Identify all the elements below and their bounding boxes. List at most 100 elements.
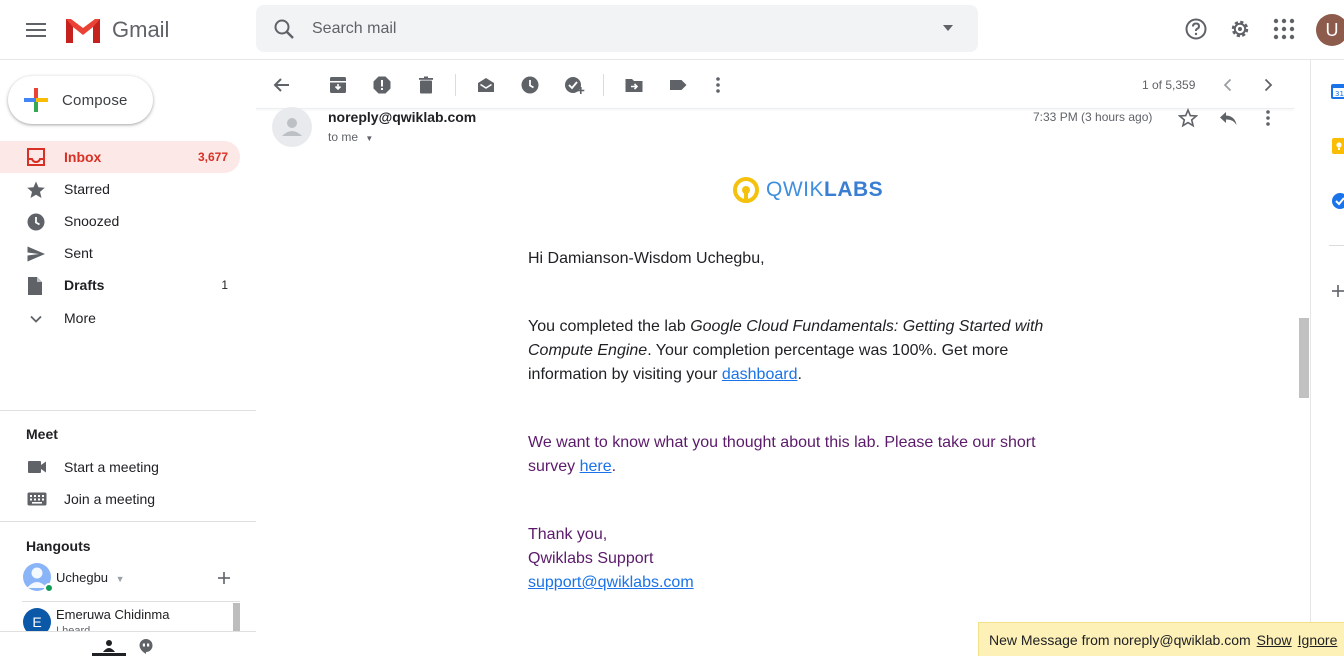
tasks-icon[interactable] [1330, 192, 1344, 210]
main-menu-icon[interactable] [20, 14, 52, 46]
compose-label: Compose [62, 91, 128, 109]
report-spam-icon[interactable] [372, 75, 392, 95]
sidebar-item-snoozed[interactable]: Snoozed [0, 205, 240, 237]
back-icon[interactable] [272, 75, 292, 95]
contact-name[interactable]: Emeruwa Chidinma [56, 607, 169, 622]
apps-grid-icon[interactable] [1273, 18, 1295, 40]
send-icon [26, 244, 46, 264]
compose-button[interactable]: Compose [8, 76, 153, 124]
recipient-text: to me [328, 130, 359, 144]
support-email-wrapper: support@qwiklabs.com [528, 571, 1048, 595]
sidebar-item-more[interactable]: More [0, 302, 240, 334]
greeting: Hi Damianson-Wisdom Uchegbu, [528, 250, 765, 267]
archive-icon[interactable] [328, 75, 348, 95]
sidebar-item-label: Drafts [64, 277, 105, 293]
clock-icon [26, 212, 46, 232]
recipient-details[interactable]: to me ▼ [328, 130, 373, 144]
delete-icon[interactable] [416, 75, 436, 95]
sidebar-item-label: Starred [64, 181, 110, 197]
side-panel-divider [1329, 245, 1344, 246]
gear-icon[interactable] [1228, 17, 1252, 41]
sidebar-item-starred[interactable]: Starred [0, 173, 240, 205]
sidebar-item-label: Sent [64, 245, 93, 261]
hangouts-chat-icon[interactable] [138, 638, 154, 654]
add-to-tasks-icon[interactable] [564, 75, 585, 95]
completion-paragraph: You completed the lab Google Cloud Funda… [528, 315, 1048, 387]
label-icon[interactable] [668, 75, 688, 95]
p1-text: You completed the lab [528, 318, 691, 335]
snooze-icon[interactable] [520, 75, 540, 95]
gmail-logo[interactable]: Gmail [64, 12, 184, 48]
message-more-icon[interactable] [1258, 108, 1278, 128]
caret-down-icon: ▼ [365, 134, 374, 143]
survey-paragraph: We want to know what you thought about t… [528, 431, 1048, 479]
pagination-text: 1 of 5,359 [1142, 78, 1196, 92]
compose-plus-icon [24, 88, 48, 112]
brand-light: QWIK [766, 178, 824, 201]
sidebar-item-label: More [64, 310, 96, 326]
account-avatar[interactable]: U [1316, 14, 1344, 46]
sidebar-item-label: Snoozed [64, 213, 120, 229]
top-bar: Gmail U [0, 0, 1344, 60]
brand-bold: LABS [824, 178, 884, 201]
mark-unread-icon[interactable] [476, 75, 496, 95]
hangouts-user-name[interactable]: Uchegbu ▼ [56, 570, 125, 585]
move-to-icon[interactable] [624, 75, 644, 95]
sidebar-divider [0, 521, 256, 522]
chevron-down-icon [26, 309, 46, 329]
star-outline-icon[interactable] [1178, 108, 1198, 128]
sender-avatar[interactable] [272, 107, 312, 147]
sender-email[interactable]: noreply@qwiklab.com [328, 109, 476, 125]
add-contact-icon[interactable] [216, 570, 232, 586]
get-addons-plus-icon[interactable] [1331, 284, 1344, 298]
search-bar[interactable] [256, 5, 978, 52]
search-options-icon[interactable] [940, 22, 956, 34]
inbox-icon [26, 148, 46, 166]
sidebar-item-drafts[interactable]: Drafts 1 [0, 269, 240, 301]
hangouts-scrollbar[interactable] [233, 603, 240, 631]
message-timestamp: 7:33 PM (3 hours ago) [1033, 110, 1153, 124]
start-meeting-item[interactable]: Start a meeting [0, 451, 240, 483]
p1-end: . [797, 366, 802, 383]
draft-count: 1 [221, 278, 228, 292]
newer-chevron-left-icon[interactable] [1218, 75, 1238, 95]
keyboard-icon [27, 492, 47, 506]
qwiklabs-logo: QWIKLABS [732, 176, 883, 204]
dashboard-link[interactable]: dashboard [722, 366, 798, 383]
older-chevron-right-icon[interactable] [1258, 75, 1278, 95]
p2-end: . [611, 458, 617, 475]
notification-ignore-link[interactable]: Ignore [1298, 632, 1338, 648]
toolbar-divider [455, 74, 456, 96]
gmail-m-icon [66, 19, 100, 43]
sidebar-item-inbox[interactable]: Inbox 3,677 [0, 141, 240, 173]
sign-off-line-1: Thank you, [528, 526, 608, 543]
toolbar-divider [603, 74, 604, 96]
star-icon [26, 180, 46, 200]
join-meeting-item[interactable]: Join a meeting [0, 483, 240, 515]
svg-text:31: 31 [1335, 90, 1344, 98]
help-icon[interactable] [1184, 17, 1208, 41]
notification-text: New Message from noreply@qwiklab.com [989, 631, 1251, 648]
meet-section-title: Meet [26, 426, 58, 442]
unread-count: 3,677 [197, 150, 228, 164]
search-input[interactable] [312, 17, 912, 41]
more-options-icon[interactable] [708, 75, 728, 95]
video-icon [27, 460, 47, 474]
join-meeting-label: Join a meeting [64, 491, 156, 507]
survey-link[interactable]: here [580, 458, 612, 475]
calendar-icon[interactable]: 31 [1330, 82, 1344, 100]
sign-off-line-2: Qwiklabs Support [528, 550, 654, 567]
sidebar-item-sent[interactable]: Sent [0, 237, 240, 269]
new-message-notification: New Message from noreply@qwiklab.com Sho… [978, 622, 1344, 656]
person-icon [103, 640, 115, 652]
qwiklabs-logo-icon [733, 177, 759, 203]
keep-icon[interactable] [1331, 137, 1344, 155]
search-icon[interactable] [272, 17, 296, 41]
qwiklabs-wordmark: QWIKLABS [766, 178, 883, 202]
tab-contacts[interactable] [92, 631, 126, 656]
support-email-link[interactable]: support@qwiklabs.com [528, 574, 694, 591]
reply-icon[interactable] [1218, 108, 1238, 128]
sidebar-item-label: Inbox [64, 149, 102, 165]
message-scrollbar[interactable] [1299, 318, 1309, 398]
notification-show-link[interactable]: Show [1257, 632, 1292, 648]
